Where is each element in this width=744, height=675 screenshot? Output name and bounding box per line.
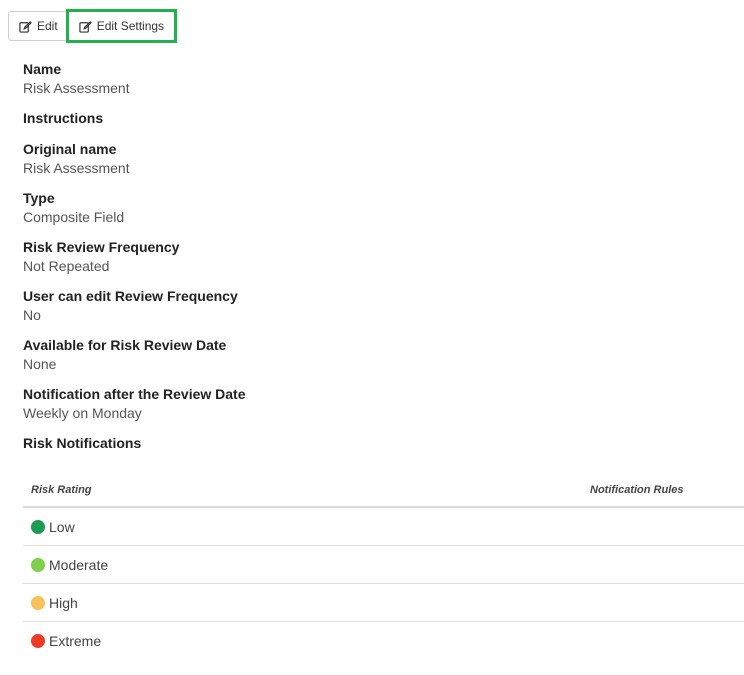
edit-button[interactable]: Edit [8, 11, 69, 41]
field-value: Risk Assessment [23, 80, 130, 96]
table-row: Low [23, 508, 744, 546]
field-label: Notification after the Review Date [23, 386, 246, 402]
field-label: Name [23, 61, 62, 77]
table-header: Risk Rating Notification Rules [23, 478, 744, 508]
field-original-name: Original name Risk Assessment [23, 140, 723, 179]
edit-settings-button-label: Edit Settings [96, 19, 165, 33]
risk-rating-label: High [49, 594, 78, 611]
details-panel: Name Risk Assessment Instructions Origin… [23, 60, 723, 462]
field-name: Name Risk Assessment [23, 60, 723, 99]
edit-icon [19, 20, 32, 33]
edit-button-label: Edit [37, 19, 58, 33]
field-type: Type Composite Field [23, 189, 723, 228]
risk-rating-label: Low [49, 518, 75, 535]
field-instructions: Instructions [23, 109, 723, 127]
field-label: Risk Notifications [23, 435, 142, 451]
edit-settings-button[interactable]: Edit Settings [65, 9, 178, 43]
field-label: Instructions [23, 110, 104, 126]
column-header-risk-rating: Risk Rating [31, 484, 92, 496]
status-dot-icon [31, 595, 45, 610]
field-label: Original name [23, 141, 117, 157]
field-risk-review-frequency: Risk Review Frequency Not Repeated [23, 238, 723, 277]
field-available-for-risk-review-date: Available for Risk Review Date None [23, 336, 723, 375]
field-user-can-edit-review-frequency: User can edit Review Frequency No [23, 287, 723, 326]
edit-icon [79, 20, 92, 33]
field-value: Composite Field [23, 209, 125, 225]
field-value: Weekly on Monday [23, 405, 142, 421]
field-value: Not Repeated [23, 258, 110, 274]
risk-notifications-table: Risk Rating Notification Rules Low Moder… [23, 478, 744, 660]
field-value: Risk Assessment [23, 160, 130, 176]
toolbar: Edit Edit Settings [8, 9, 178, 43]
field-value: None [23, 356, 57, 372]
table-row: Moderate [23, 546, 744, 584]
field-risk-notifications: Risk Notifications [23, 434, 723, 452]
status-dot-icon [31, 634, 45, 648]
table-row: Extreme [23, 622, 744, 660]
status-dot-icon [31, 557, 45, 572]
field-label: Risk Review Frequency [23, 239, 180, 255]
status-dot-icon [31, 519, 45, 534]
field-notification-after-review-date: Notification after the Review Date Weekl… [23, 385, 723, 424]
table-row: High [23, 584, 744, 622]
field-label: Available for Risk Review Date [23, 337, 227, 353]
risk-rating-label: Moderate [49, 556, 109, 573]
field-label: User can edit Review Frequency [23, 288, 238, 304]
column-header-notification-rules: Notification Rules [590, 484, 684, 496]
field-label: Type [23, 190, 55, 206]
field-value: No [23, 307, 41, 323]
risk-rating-label: Extreme [49, 633, 102, 649]
